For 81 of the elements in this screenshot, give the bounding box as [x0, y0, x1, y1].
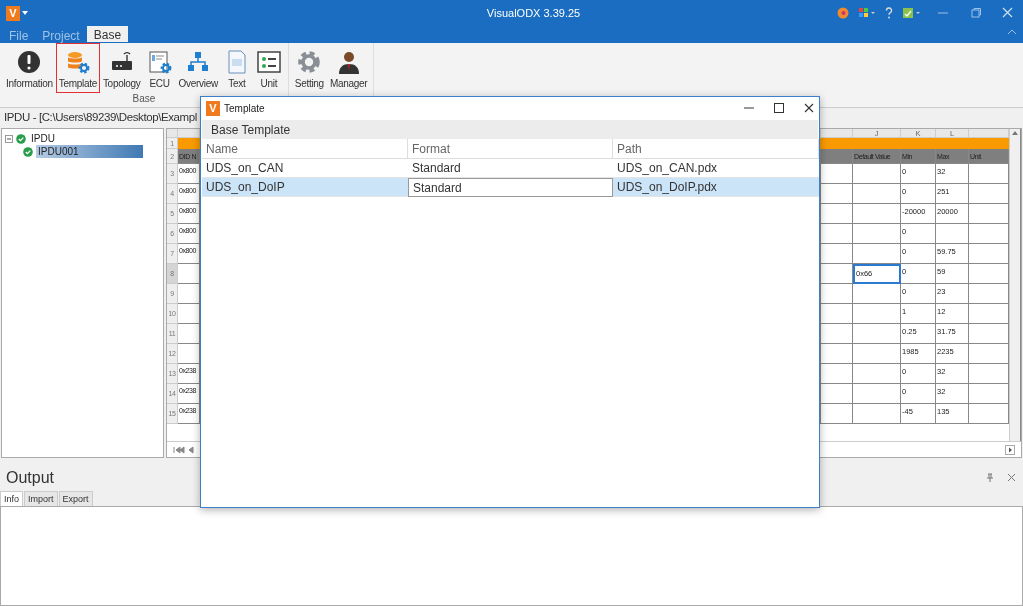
maximize-icon[interactable] — [774, 103, 784, 113]
vertical-scrollbar[interactable] — [1009, 129, 1021, 441]
scroll-right-icon[interactable] — [1005, 444, 1015, 455]
first-page-icon[interactable] — [173, 445, 195, 454]
corner-cell — [167, 129, 178, 138]
panel-title: Output — [6, 469, 56, 487]
list-window-icon — [255, 49, 282, 75]
ribbon-button[interactable]: Topology — [99, 43, 144, 93]
table-cell — [969, 404, 1009, 424]
ring-icon[interactable] — [837, 7, 849, 19]
app-logo: V — [206, 100, 220, 116]
settings-icon — [296, 49, 323, 75]
table-cell — [969, 204, 1009, 224]
table-cell[interactable]: UDS_on_DoIP.pdx — [613, 178, 819, 197]
table-cell — [969, 364, 1009, 384]
table-cell — [821, 344, 853, 364]
table-cell — [969, 164, 1009, 184]
column-heading: Format — [408, 139, 613, 159]
window-title: VisualODX 3.39.25 — [485, 7, 582, 19]
table-cell — [821, 244, 853, 264]
tree-item[interactable]: IPDU001 — [36, 145, 143, 158]
caret-down-icon[interactable] — [20, 10, 30, 16]
output-tab[interactable]: Export — [58, 491, 93, 506]
dialog-title: Template — [224, 102, 265, 114]
document-title: IPDU - [C:\Users\89239\Desktop\Exampl — [3, 110, 198, 125]
column-heading: Name — [202, 139, 408, 159]
ribbon-button[interactable]: Overview — [175, 43, 221, 93]
scroll-up-icon[interactable] — [1011, 129, 1019, 137]
tree-item[interactable]: IPDU — [29, 132, 73, 145]
checkmark-badge-icon[interactable] — [902, 7, 922, 19]
output-tab[interactable]: Info — [0, 491, 23, 506]
squares-icon[interactable] — [858, 7, 876, 19]
pin-icon[interactable] — [985, 473, 995, 483]
table-cell — [969, 344, 1009, 364]
table-cell — [821, 324, 853, 344]
table-cell — [821, 384, 853, 404]
ribbon-button[interactable]: Template — [55, 43, 100, 93]
ribbon-button[interactable]: Information — [3, 43, 56, 93]
table-cell — [821, 164, 853, 184]
column-heading: Path — [613, 139, 819, 159]
table-cell — [821, 304, 853, 324]
column-header — [178, 129, 200, 138]
table-cell — [821, 364, 853, 384]
close-icon[interactable] — [804, 103, 814, 113]
table-cell — [821, 284, 853, 304]
table-cell[interactable]: UDS_on_DoIP — [202, 178, 408, 197]
app-logo: V — [6, 5, 20, 21]
collapse-caret-icon[interactable] — [1007, 29, 1017, 35]
table-cell — [969, 304, 1009, 324]
ribbon-button[interactable]: ECU — [143, 43, 176, 93]
ribbon-button[interactable]: Text — [220, 43, 253, 93]
table-cell — [969, 224, 1009, 244]
table-cell — [821, 204, 853, 224]
table-cell — [821, 404, 853, 424]
collapse-icon[interactable] — [5, 134, 13, 143]
table-cell — [969, 184, 1009, 204]
group-label: Base — [132, 93, 156, 104]
column-heading — [821, 149, 853, 164]
table-cell — [821, 224, 853, 244]
table-cell[interactable]: Standard — [408, 178, 613, 197]
section-heading: Base Template — [202, 120, 818, 139]
check-circle-icon — [23, 146, 33, 157]
table-cell — [821, 184, 853, 204]
table-cell — [821, 264, 853, 284]
info-icon — [16, 49, 43, 75]
column-header — [969, 129, 1009, 138]
table-cell — [936, 224, 969, 244]
table-cell — [969, 324, 1009, 344]
table-cell — [969, 264, 1009, 284]
table-cell — [969, 384, 1009, 404]
column-header — [821, 129, 853, 138]
table-cell — [969, 284, 1009, 304]
help-icon[interactable] — [885, 7, 893, 19]
ribbon-button[interactable]: Setting — [291, 43, 327, 93]
window-gear-icon — [146, 49, 173, 75]
check-circle-icon — [16, 133, 26, 144]
output-tab[interactable]: Import — [24, 491, 58, 506]
table-cell — [969, 244, 1009, 264]
ribbon-button[interactable]: Unit — [252, 43, 285, 93]
ribbon-button[interactable]: Manager — [326, 43, 371, 93]
menu-tab[interactable]: Base — [86, 26, 129, 43]
